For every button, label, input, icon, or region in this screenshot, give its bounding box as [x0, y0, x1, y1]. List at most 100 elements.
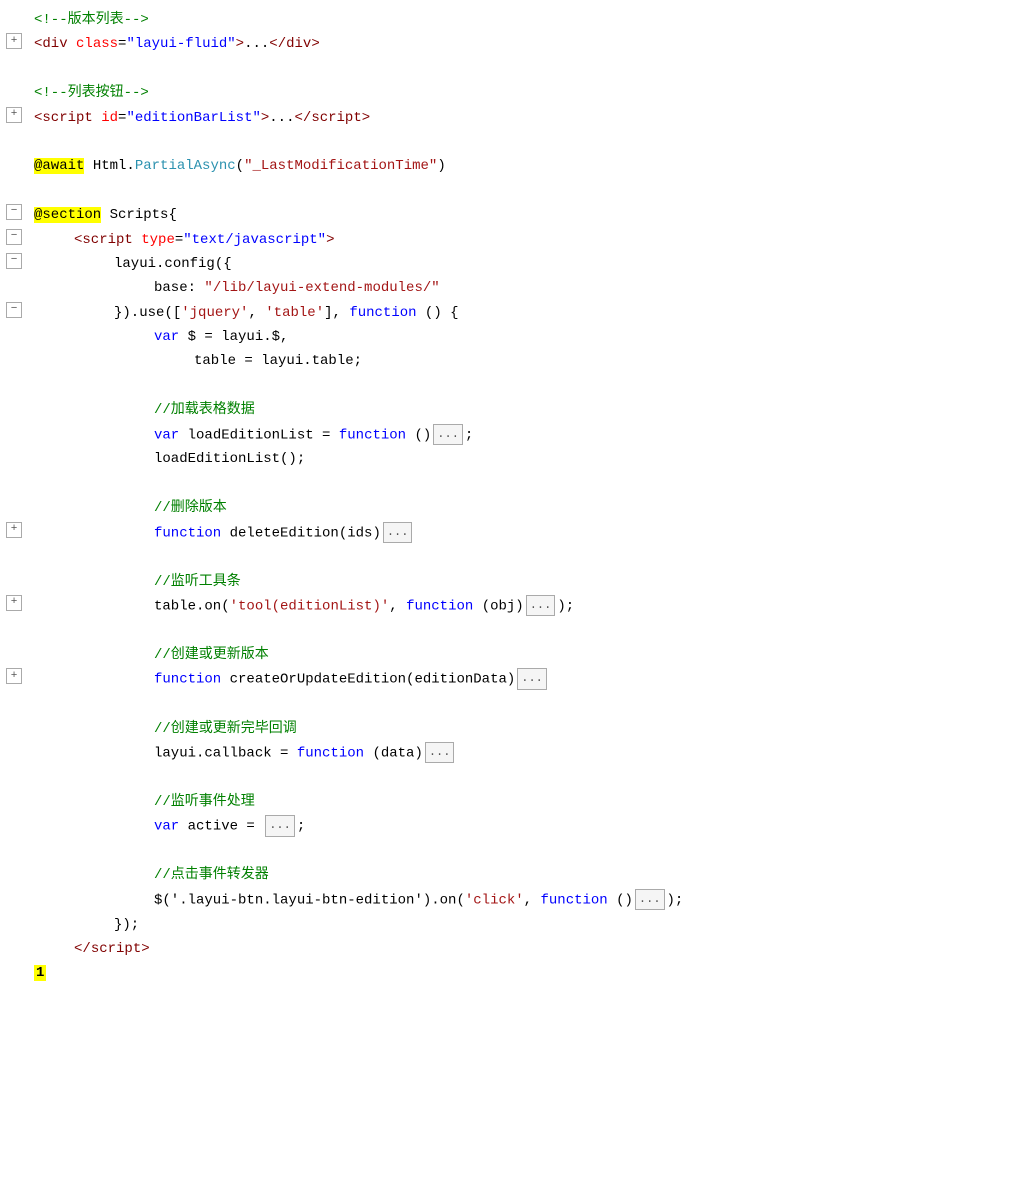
code-segment: //创建或更新版本 [154, 647, 269, 663]
code-line: var $ = layui.$, [0, 325, 1015, 349]
code-segment: , [248, 305, 265, 321]
code-line: //点击事件转发器 [0, 863, 1015, 887]
fold-button[interactable]: − [6, 204, 22, 220]
code-segment: "_LastModificationTime" [244, 158, 437, 174]
code-segment: var [154, 329, 179, 345]
code-line: }); [0, 913, 1015, 937]
footer-number: 1 [34, 965, 46, 981]
code-line [0, 57, 1015, 81]
code-editor: <!--版本列表-->+<div class="layui-fluid">...… [0, 0, 1015, 1185]
code-segment: > [311, 36, 319, 52]
fold-button[interactable]: − [6, 302, 22, 318]
code-segment: loadEditionList = [179, 427, 339, 443]
code-segment: //监听工具条 [154, 574, 241, 590]
fold-button[interactable]: + [6, 595, 22, 611]
line-code: @await Html.PartialAsync("_LastModificat… [30, 155, 1015, 177]
code-segment: ); [557, 598, 574, 614]
line-code: //监听工具条 [30, 571, 1015, 593]
line-code: layui.config({ [30, 253, 1015, 275]
code-segment: //点击事件转发器 [154, 867, 269, 883]
code-line: + function createOrUpdateEdition(editionD… [0, 667, 1015, 692]
code-segment: Html. [84, 158, 134, 174]
code-line: +function deleteEdition(ids)... [0, 521, 1015, 546]
code-segment: base [154, 280, 188, 296]
collapsed-code-box[interactable]: ... [517, 668, 547, 689]
code-segment: 列表按钮 [68, 85, 124, 101]
code-segment: () [406, 427, 431, 443]
code-segment: //删除版本 [154, 500, 227, 516]
code-segment: layui [114, 256, 156, 272]
code-segment: ; [465, 427, 473, 443]
code-segment: </ [295, 110, 312, 126]
line-code [30, 473, 1015, 495]
line-code: //创建或更新完毕回调 [30, 718, 1015, 740]
collapsed-code-box[interactable]: ... [635, 889, 665, 910]
collapsed-code-box[interactable]: ... [383, 522, 413, 543]
code-segment: <!-- [34, 12, 68, 28]
line-gutter: − [0, 253, 30, 269]
code-line: loadEditionList(); [0, 447, 1015, 471]
footer-line: 1 [0, 961, 1015, 985]
code-segment: --> [124, 85, 149, 101]
fold-button[interactable]: + [6, 33, 22, 49]
collapsed-code-box[interactable]: ... [433, 424, 463, 445]
code-segment [133, 232, 141, 248]
code-segment: div [286, 36, 311, 52]
line-code: }); [30, 914, 1015, 936]
line-code: //删除版本 [30, 497, 1015, 519]
code-segment: function [154, 525, 221, 541]
code-segment: : [188, 280, 205, 296]
code-segment: script [91, 941, 141, 957]
code-segment: "editionBarList" [126, 110, 260, 126]
code-segment: script [82, 232, 132, 248]
collapsed-code-box[interactable]: ... [425, 742, 455, 763]
line-code: base: "/lib/layui-extend-modules/" [30, 277, 1015, 299]
code-line: var active = ...; [0, 814, 1015, 839]
collapsed-code-box[interactable]: ... [265, 815, 295, 836]
code-segment: > [141, 941, 149, 957]
code-segment: }); [114, 917, 139, 933]
code-segment: </ [269, 36, 286, 52]
line-code: <!--列表按钮--> [30, 82, 1015, 104]
code-segment: }). [114, 305, 139, 321]
code-segment: 'tool(editionList)' [230, 598, 390, 614]
fold-button[interactable]: − [6, 253, 22, 269]
code-segment: Scripts [101, 207, 168, 223]
line-gutter: + [0, 107, 30, 123]
line-code [30, 840, 1015, 862]
code-segment: function [154, 672, 221, 688]
code-line: //加载表格数据 [0, 398, 1015, 422]
code-segment: </ [74, 941, 91, 957]
line-gutter: + [0, 33, 30, 49]
code-segment: script [42, 110, 92, 126]
code-segment: > [326, 232, 334, 248]
fold-button[interactable]: − [6, 229, 22, 245]
code-segment: use [139, 305, 164, 321]
code-segment: 版本列表 [68, 12, 124, 28]
fold-button[interactable]: + [6, 107, 22, 123]
fold-button[interactable]: + [6, 668, 22, 684]
code-line: //删除版本 [0, 496, 1015, 520]
fold-button[interactable]: + [6, 522, 22, 538]
line-code: //加载表格数据 [30, 399, 1015, 421]
code-line: table = layui.table; [0, 349, 1015, 373]
code-line [0, 839, 1015, 863]
line-code: function createOrUpdateEdition(editionDa… [30, 668, 1015, 691]
code-line: //监听工具条 [0, 570, 1015, 594]
line-code: table.on('tool(editionList)', function (… [30, 595, 1015, 618]
code-segment: , [524, 892, 541, 908]
code-segment: ); [667, 892, 684, 908]
code-segment: --> [124, 12, 149, 28]
line-code: table = layui.table; [30, 350, 1015, 372]
code-line: //监听事件处理 [0, 790, 1015, 814]
collapsed-code-box[interactable]: ... [526, 595, 556, 616]
code-segment: > [236, 36, 244, 52]
line-code: var active = ...; [30, 815, 1015, 838]
code-segment: (obj) [473, 598, 523, 614]
line-code: layui.callback = function (data)... [30, 742, 1015, 765]
code-line [0, 374, 1015, 398]
code-line: @await Html.PartialAsync("_LastModificat… [0, 154, 1015, 178]
line-gutter: − [0, 302, 30, 318]
code-segment: , [389, 598, 406, 614]
code-line: −layui.config({ [0, 252, 1015, 276]
